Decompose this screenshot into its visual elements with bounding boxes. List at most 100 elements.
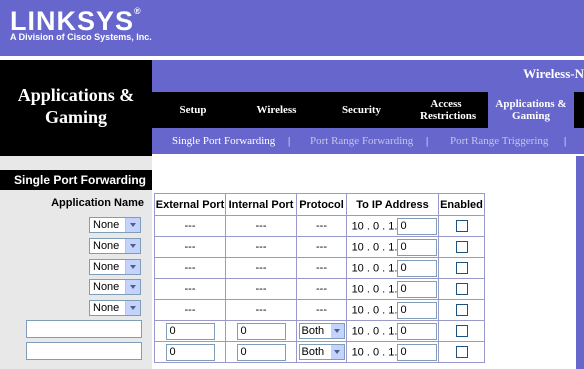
external-port: --- [154, 215, 226, 237]
application-select[interactable]: None [89, 300, 141, 316]
ip-last-octet-input[interactable]: 0 [397, 280, 438, 298]
external-port: --- [154, 236, 226, 258]
enabled-checkbox[interactable] [455, 262, 468, 275]
ip-last-octet-input[interactable]: 0 [397, 238, 438, 256]
ip-last-octet-input[interactable]: 0 [397, 343, 438, 361]
external-port-input[interactable]: 0 [165, 343, 215, 361]
chevron-down-icon[interactable] [125, 260, 140, 274]
to-ip-address: 10 . 0 . 1. 0 [346, 299, 439, 321]
enabled-cell [438, 320, 485, 342]
internal-port: --- [225, 299, 297, 321]
enabled-checkbox[interactable] [455, 220, 468, 233]
subnav-separator: | [426, 135, 429, 147]
enabled-cell [438, 299, 485, 321]
protocol: --- [296, 278, 347, 300]
external-port-input[interactable]: 0 [165, 322, 215, 340]
col-header: To IP Address [346, 193, 439, 216]
chevron-down-icon[interactable] [330, 345, 344, 359]
subnav-port-range-forwarding[interactable]: Port Range Forwarding [310, 135, 413, 147]
port-forwarding-table: External Port Internal Port Protocol To … [154, 193, 485, 363]
protocol-select[interactable]: Both [298, 323, 345, 339]
to-ip-address: 10 . 0 . 1. 0 [346, 236, 439, 258]
protocol-cell: Both [296, 341, 347, 363]
enabled-cell [438, 278, 485, 300]
chevron-down-icon[interactable] [125, 280, 140, 294]
application-select[interactable]: None [89, 279, 141, 295]
main-tabs: Setup Wireless Security Access Restricti… [152, 92, 584, 128]
chevron-down-icon[interactable] [125, 218, 140, 232]
ip-last-octet-input[interactable]: 0 [397, 322, 438, 340]
internal-port-input[interactable]: 0 [236, 343, 286, 361]
table-row: 0 0 Both 10 . 0 . 1. 0 [154, 341, 485, 363]
ip-last-octet-input[interactable]: 0 [397, 217, 438, 235]
external-port: --- [154, 257, 226, 279]
enabled-checkbox[interactable] [455, 346, 468, 359]
internal-port: --- [225, 215, 297, 237]
internal-port: --- [225, 278, 297, 300]
application-name-label: Application Name [51, 197, 144, 209]
application-select[interactable]: None [89, 259, 141, 275]
left-section-title: Single Port Forwarding [0, 170, 152, 190]
application-select[interactable]: None [89, 217, 141, 233]
chevron-down-icon[interactable] [125, 301, 140, 315]
application-select[interactable]: None [89, 238, 141, 254]
enabled-checkbox[interactable] [455, 325, 468, 338]
table-row: --- --- --- 10 . 0 . 1. 0 [154, 278, 485, 300]
table-row: --- --- --- 10 . 0 . 1. 0 [154, 236, 485, 258]
col-header: Enabled [438, 193, 485, 216]
enabled-cell [438, 341, 485, 363]
enabled-cell [438, 236, 485, 258]
tab-wireless[interactable]: Wireless [234, 92, 319, 128]
to-ip-address: 10 . 0 . 1. 0 [346, 341, 439, 363]
internal-port-cell: 0 [225, 341, 297, 363]
external-port-cell: 0 [154, 341, 226, 363]
logo-subtitle: A Division of Cisco Systems, Inc. [10, 32, 152, 42]
external-port-cell: 0 [154, 320, 226, 342]
col-header: Internal Port [225, 193, 297, 216]
external-port: --- [154, 278, 226, 300]
internal-port-cell: 0 [225, 320, 297, 342]
section-title: Applications & Gaming [17, 85, 135, 127]
protocol-cell: Both [296, 320, 347, 342]
ip-last-octet-input[interactable]: 0 [397, 301, 438, 319]
table-header-row: External Port Internal Port Protocol To … [154, 193, 485, 216]
table-row: --- --- --- 10 . 0 . 1. 0 [154, 257, 485, 279]
col-header: Protocol [296, 193, 347, 216]
enabled-cell [438, 215, 485, 237]
tab-access-restrictions[interactable]: Access Restrictions [404, 92, 488, 128]
table-row: 0 0 Both 10 . 0 . 1. 0 [154, 320, 485, 342]
chevron-down-icon[interactable] [125, 239, 140, 253]
tab-security[interactable]: Security [319, 92, 404, 128]
protocol: --- [296, 215, 347, 237]
protocol: --- [296, 299, 347, 321]
to-ip-address: 10 . 0 . 1. 0 [346, 320, 439, 342]
ip-last-octet-input[interactable]: 0 [397, 259, 438, 277]
protocol: --- [296, 257, 347, 279]
to-ip-address: 10 . 0 . 1. 0 [346, 215, 439, 237]
col-header: External Port [154, 193, 226, 216]
enabled-cell [438, 257, 485, 279]
custom-application-input[interactable] [26, 342, 142, 360]
internal-port: --- [225, 236, 297, 258]
model-bar [152, 60, 584, 92]
tab-setup[interactable]: Setup [152, 92, 234, 128]
external-port: --- [154, 299, 226, 321]
model-name: Wireless-N [523, 66, 584, 81]
to-ip-address: 10 . 0 . 1. 0 [346, 257, 439, 279]
tab-applications-gaming[interactable]: Applications & Gaming [488, 92, 574, 128]
table-row: --- --- --- 10 . 0 . 1. 0 [154, 299, 485, 321]
chevron-down-icon[interactable] [330, 324, 344, 338]
to-ip-address: 10 . 0 . 1. 0 [346, 278, 439, 300]
right-edge-bar [576, 156, 584, 369]
subnav: Single Port Forwarding | Port Range Forw… [152, 128, 584, 154]
enabled-checkbox[interactable] [455, 304, 468, 317]
custom-application-input[interactable] [26, 320, 142, 338]
internal-port-input[interactable]: 0 [236, 322, 286, 340]
enabled-checkbox[interactable] [455, 283, 468, 296]
protocol-select[interactable]: Both [298, 344, 345, 360]
subnav-separator: | [564, 135, 567, 147]
subnav-single-port-forwarding[interactable]: Single Port Forwarding [172, 135, 275, 147]
enabled-checkbox[interactable] [455, 241, 468, 254]
subnav-separator: | [288, 135, 291, 147]
subnav-port-range-triggering[interactable]: Port Range Triggering [450, 135, 548, 147]
